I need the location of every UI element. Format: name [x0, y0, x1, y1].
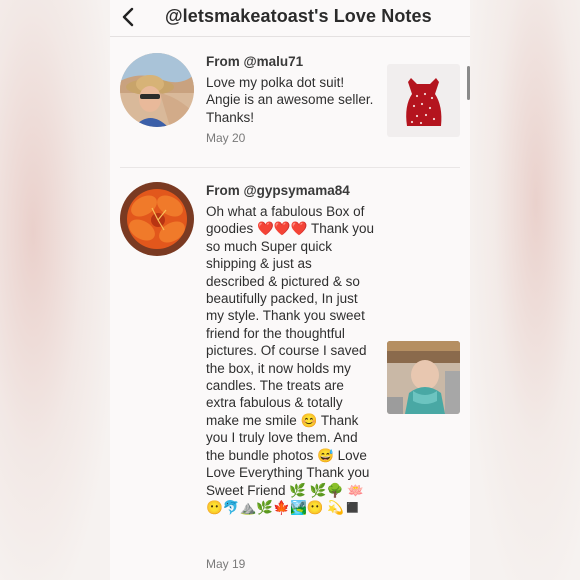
note-message: Love my polka dot suit! Angie is an awes… [206, 75, 374, 125]
listing-thumbnail[interactable] [387, 341, 460, 414]
avatar[interactable] [120, 53, 194, 127]
header: @letsmakeatoast's Love Notes [110, 0, 470, 37]
chevron-left-icon[interactable] [116, 4, 142, 30]
avatar[interactable] [120, 182, 194, 256]
note-date: May 19 [206, 557, 246, 571]
scrollbar[interactable] [467, 66, 470, 100]
background-right [470, 0, 580, 580]
page-title: @letsmakeatoast's Love Notes [165, 6, 432, 26]
background-left [0, 0, 110, 580]
love-notes-screen: @letsmakeatoast's Love Notes From @malu7… [110, 0, 470, 580]
listing-thumbnail[interactable] [387, 64, 460, 137]
note-message: Oh what a fabulous Box of goodies ❤️❤️❤️… [206, 204, 375, 515]
note-author[interactable]: From @malu71 [206, 54, 303, 69]
note-author[interactable]: From @gypsymama84 [206, 183, 350, 198]
note-date: May 20 [206, 131, 246, 145]
divider [120, 167, 460, 168]
